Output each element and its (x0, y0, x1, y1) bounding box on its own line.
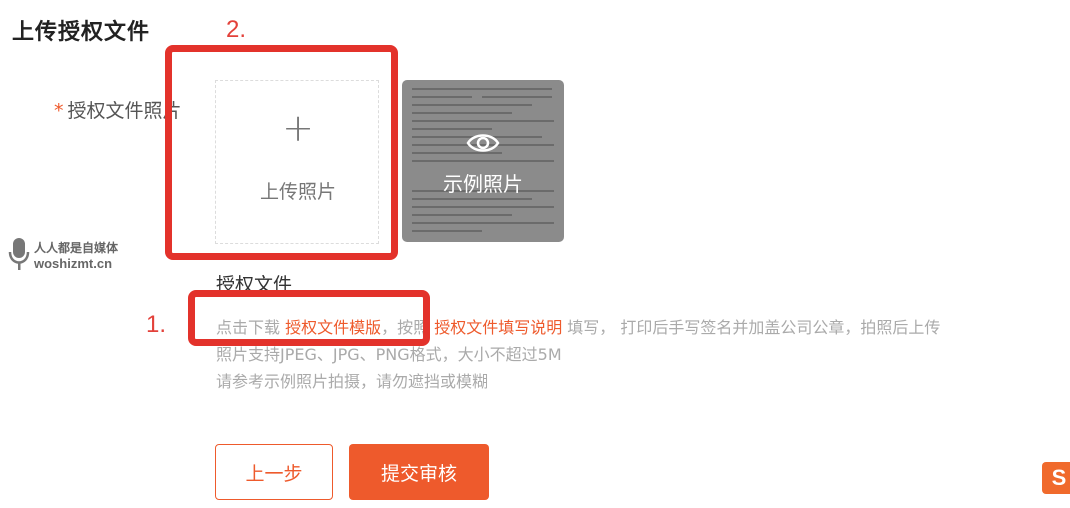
instruction-line-3: 请参考示例照片拍摄，请勿遮挡或模糊 (216, 372, 489, 391)
required-mark: * (54, 100, 64, 122)
eye-icon (466, 130, 500, 160)
fill-guide-link[interactable]: 授权文件填写说明 (434, 318, 562, 337)
annotation-step-2: 2. (226, 16, 247, 43)
microphone-icon (8, 236, 30, 272)
page-title: 上传授权文件 (12, 20, 151, 45)
auth-photo-field-label: * 授权文件照片 (54, 96, 182, 123)
annotation-highlight-template-link (188, 290, 430, 346)
annotation-step-1: 1. (146, 311, 167, 338)
watermark-text: 人人都是自媒体 (34, 241, 119, 255)
annotation-highlight-upload (165, 45, 398, 260)
previous-step-button[interactable]: 上一步 (215, 444, 333, 500)
sogou-ime-icon[interactable]: S (1042, 462, 1070, 494)
watermark-domain: woshizmt.cn (34, 256, 113, 271)
submit-review-button[interactable]: 提交审核 (349, 444, 489, 500)
sample-photo-thumbnail[interactable]: 示例照片 (402, 80, 564, 242)
sample-photo-label: 示例照片 (443, 172, 523, 196)
